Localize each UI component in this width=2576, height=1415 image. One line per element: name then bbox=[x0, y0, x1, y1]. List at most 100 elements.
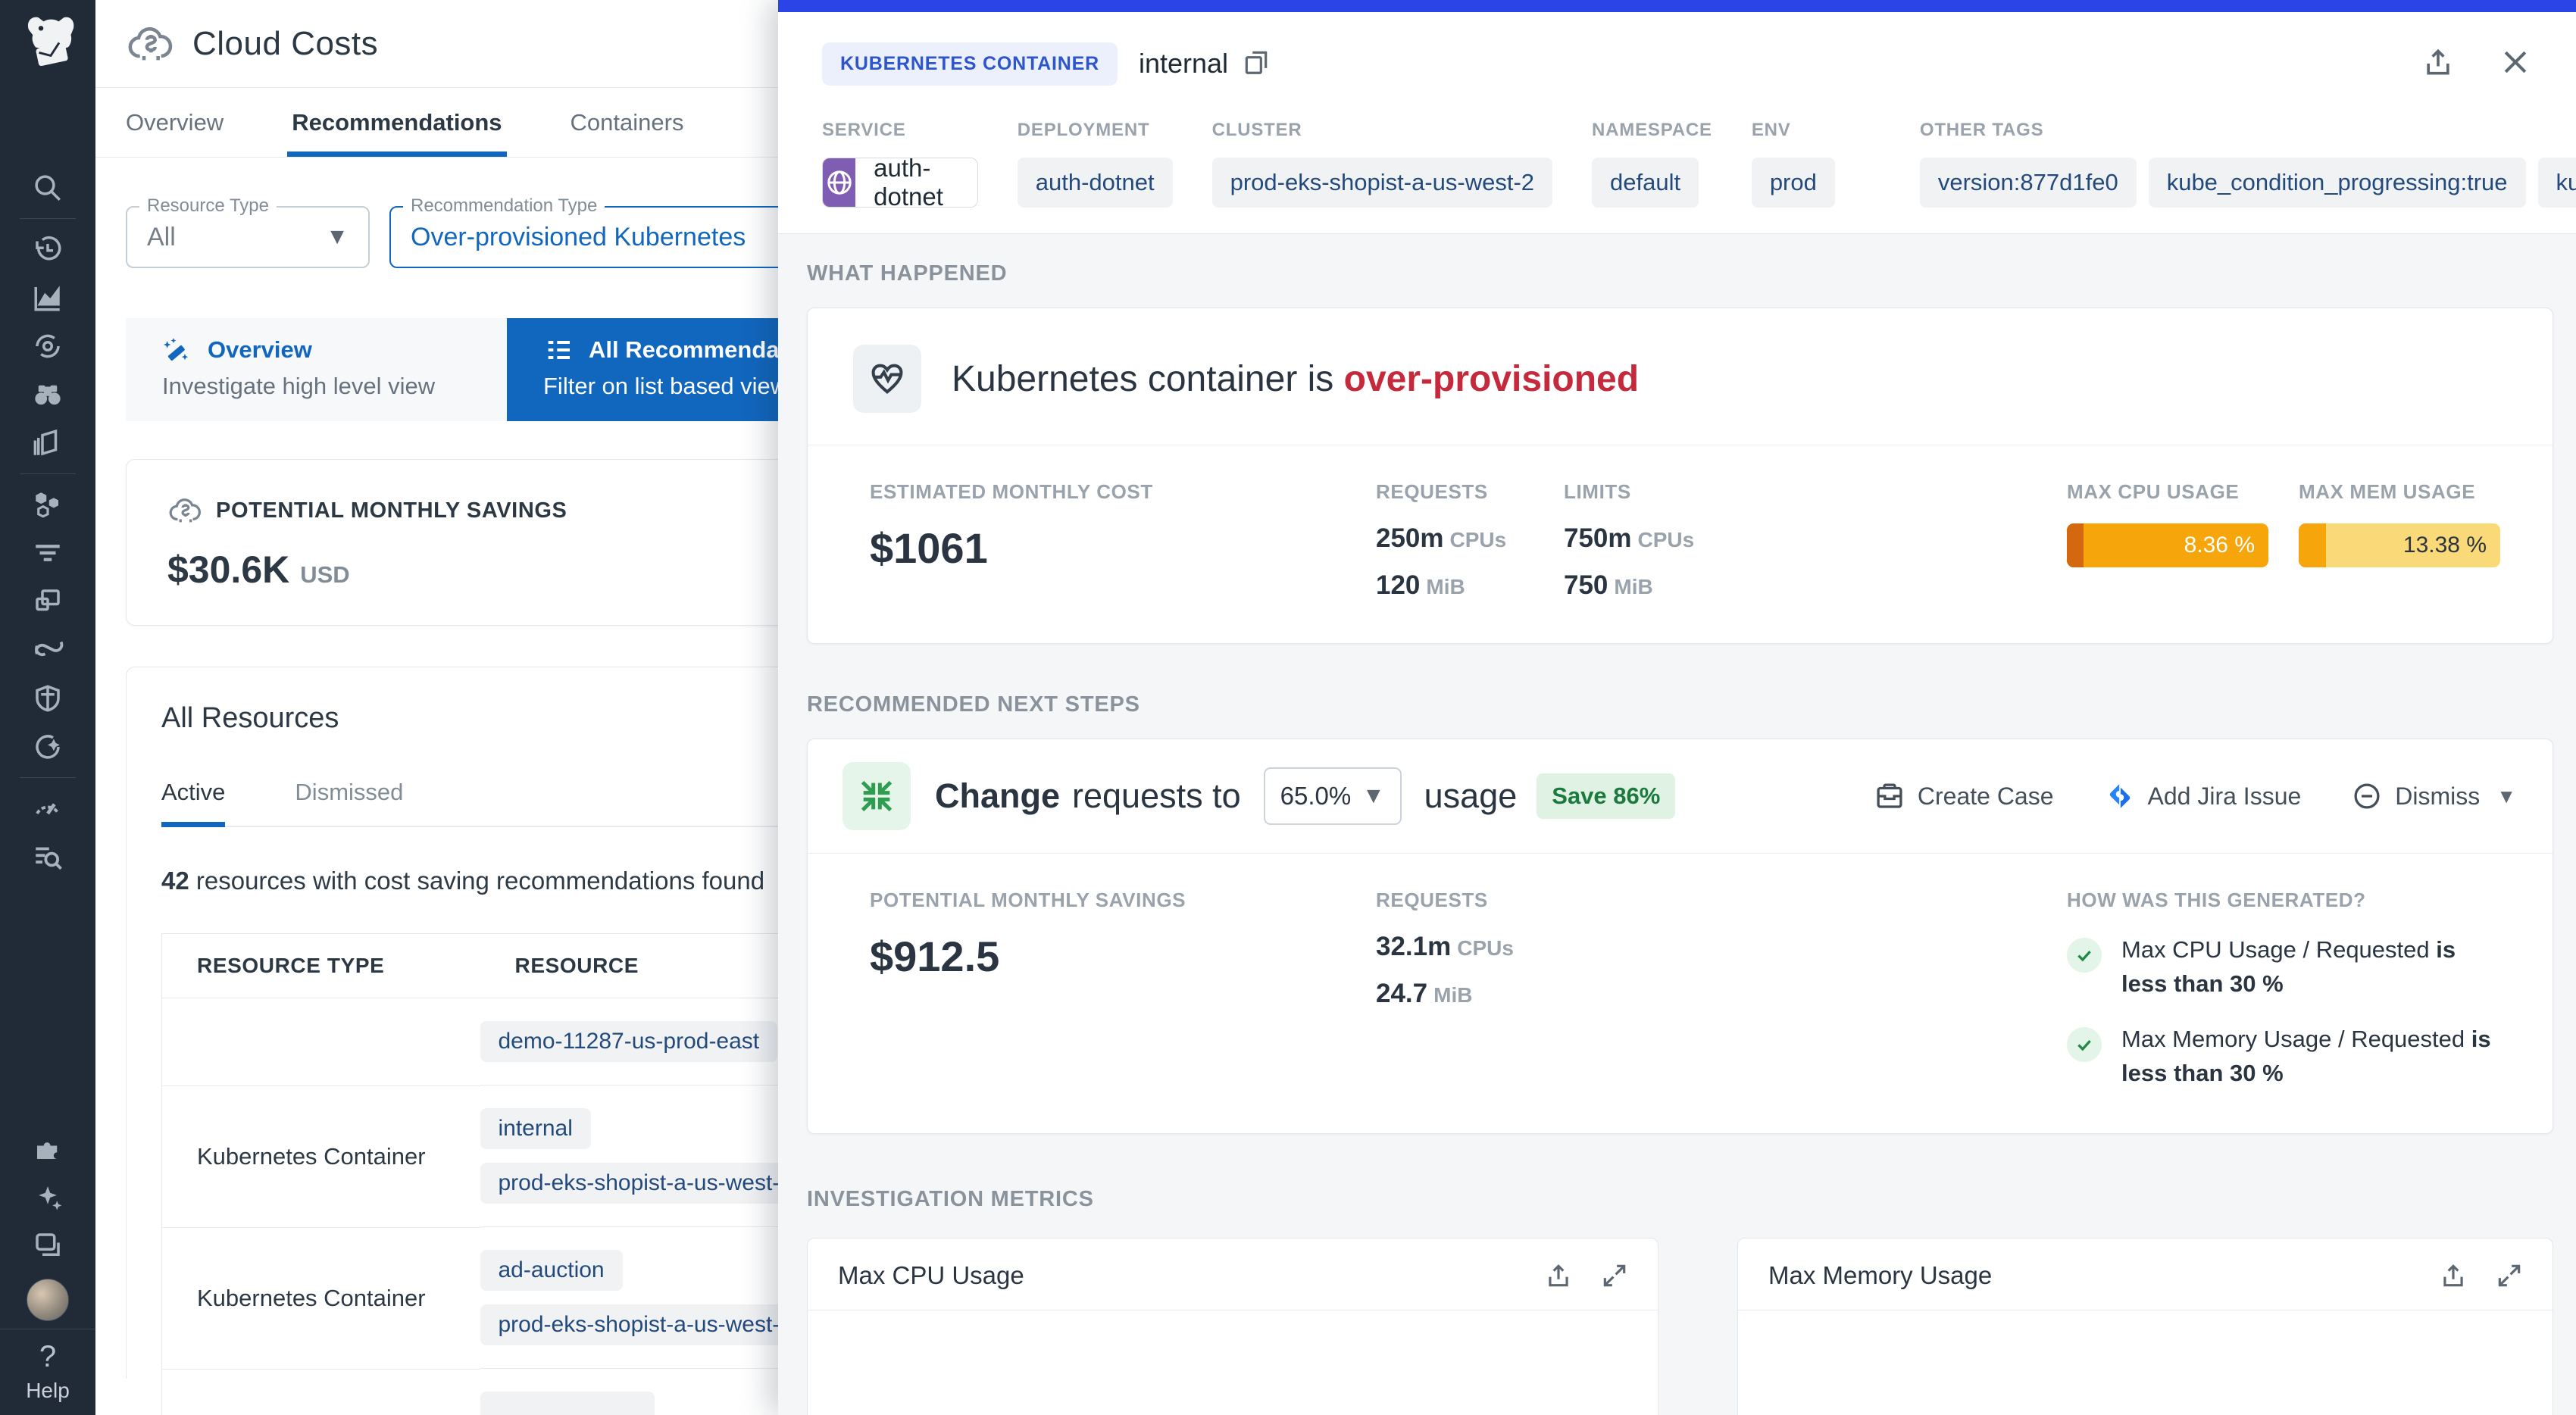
divider bbox=[20, 777, 76, 778]
panel-title: internal bbox=[1139, 48, 1228, 80]
datadog-logo-icon[interactable] bbox=[15, 11, 80, 76]
apm-link-icon[interactable] bbox=[30, 633, 65, 667]
view-toggle: Overview Investigate high level view All… bbox=[126, 318, 861, 421]
recommendation-type-select[interactable]: Recommendation Type Over-provisioned Kub… bbox=[389, 206, 814, 268]
recommendation-detail-panel: KUBERNETES CONTAINER internal SERVICE bbox=[778, 0, 2576, 1415]
tag[interactable]: kube_condition_progressing:true bbox=[2149, 158, 2526, 208]
generated-check: Max CPU Usage / Requested is less than 3… bbox=[2067, 933, 2530, 1001]
meta-service: SERVICE auth-dotnet bbox=[822, 120, 978, 208]
usage-percent-select[interactable]: 65.0% ▼ bbox=[1264, 767, 1402, 825]
cluster-value[interactable]: prod-eks-shopist-a-us-west-2 bbox=[1212, 158, 1552, 208]
export-icon[interactable] bbox=[2439, 1261, 2468, 1290]
max-cpu-chart-card: Max CPU Usage bbox=[807, 1238, 1658, 1415]
expand-icon[interactable] bbox=[1600, 1261, 1629, 1290]
cloud-costs-icon bbox=[126, 20, 174, 68]
overview-view-card[interactable]: Overview Investigate high level view bbox=[126, 318, 507, 421]
copy-icon[interactable] bbox=[1242, 48, 1271, 80]
tab-recommendations[interactable]: Recommendations bbox=[292, 88, 502, 157]
service-mgmt-icon[interactable] bbox=[30, 729, 65, 764]
env-value[interactable]: prod bbox=[1752, 158, 1835, 208]
tag[interactable]: ku... bbox=[2538, 158, 2576, 208]
cpu-unit: CPUs bbox=[1638, 528, 1695, 551]
meta-deployment: DEPLOYMENT auth-dotnet bbox=[1018, 120, 1173, 208]
chevron-down-icon: ▼ bbox=[1362, 783, 1385, 809]
export-icon[interactable] bbox=[2421, 45, 2455, 83]
resource-type-select[interactable]: Resource Type All ▼ bbox=[126, 206, 370, 268]
service-pill[interactable]: auth-dotnet bbox=[822, 158, 978, 208]
row-type bbox=[162, 1369, 480, 1415]
tab-dismissed[interactable]: Dismissed bbox=[295, 779, 403, 826]
audit-list-search-icon[interactable] bbox=[30, 839, 65, 874]
deployment-value[interactable]: auth-dotnet bbox=[1018, 158, 1173, 208]
cloud-costs-app: ? Help Cloud Costs Overview Recommendati… bbox=[0, 0, 2576, 1415]
resources-tabs: Active Dismissed bbox=[161, 779, 813, 827]
resource-tag[interactable]: demo-11287-us-prod-east bbox=[480, 1021, 778, 1062]
ai-sparkles-icon[interactable] bbox=[30, 1179, 65, 1214]
row-type: Kubernetes Container bbox=[162, 1085, 480, 1227]
create-case-button[interactable]: Create Case bbox=[1874, 780, 2054, 812]
heart-pulse-icon bbox=[853, 345, 921, 413]
how-generated-label: HOW WAS THIS GENERATED? bbox=[2067, 889, 2530, 912]
limits-cpu: 750m bbox=[1564, 523, 1632, 553]
resources-count-number: 42 bbox=[161, 867, 189, 895]
resource-tag[interactable]: internal bbox=[480, 1108, 591, 1149]
max-mem-usage-bar: 13.38 % bbox=[2299, 523, 2500, 567]
add-jira-label: Add Jira Issue bbox=[2148, 782, 2302, 811]
overview-card-title: Overview bbox=[208, 336, 312, 364]
workspaces-icon[interactable] bbox=[30, 1228, 65, 1263]
integrations-puzzle-icon[interactable] bbox=[30, 1131, 65, 1166]
resource-tag[interactable]: ad-auction bbox=[480, 1250, 623, 1291]
resource-tag[interactable] bbox=[480, 1392, 655, 1415]
check-icon bbox=[2067, 938, 2102, 973]
tab-containers[interactable]: Containers bbox=[571, 88, 684, 157]
tab-overview[interactable]: Overview bbox=[126, 88, 224, 157]
history-icon[interactable] bbox=[30, 232, 65, 267]
limits-mem: 750 bbox=[1564, 570, 1608, 600]
title-highlight: over-provisioned bbox=[1344, 359, 1639, 399]
dismiss-button[interactable]: Dismiss ▼ bbox=[2351, 780, 2516, 812]
cpu-unit: CPUs bbox=[1457, 936, 1514, 960]
case-icon bbox=[1874, 780, 1905, 812]
help-section[interactable]: ? Help bbox=[0, 1329, 95, 1415]
add-jira-button[interactable]: Add Jira Issue bbox=[2104, 780, 2302, 812]
meta-other-tags: OTHER TAGS version:877d1fe0 kube_conditi… bbox=[1920, 120, 2576, 208]
max-cpu-usage-bar: 8.36 % bbox=[2067, 523, 2268, 567]
namespace-label: NAMESPACE bbox=[1592, 120, 1712, 141]
close-icon[interactable] bbox=[2499, 45, 2532, 83]
page-title: Cloud Costs bbox=[192, 25, 378, 63]
divider bbox=[20, 218, 76, 219]
expand-icon[interactable] bbox=[2495, 1261, 2524, 1290]
service-label: SERVICE bbox=[822, 120, 978, 141]
mem-unit: MiB bbox=[1614, 575, 1652, 598]
est-cost-value: $1061 bbox=[870, 523, 1376, 573]
jira-icon bbox=[2104, 780, 2136, 812]
search-icon[interactable] bbox=[30, 170, 65, 205]
security-shield-icon[interactable] bbox=[30, 681, 65, 716]
gauge-icon[interactable] bbox=[30, 791, 65, 826]
export-icon[interactable] bbox=[1544, 1261, 1573, 1290]
monitor-radar-icon[interactable] bbox=[30, 329, 65, 364]
potential-savings-card: POTENTIAL MONTHLY SAVINGS $30.6K USD bbox=[126, 459, 838, 626]
resource-tag[interactable]: prod-eks-shopist-a-us-west-2 bbox=[480, 1304, 811, 1345]
resource-tag[interactable]: prod-eks-shopist-a-us-west-2 bbox=[480, 1163, 811, 1204]
what-happened-title: Kubernetes container is over-provisioned bbox=[952, 358, 1639, 400]
metrics-icon[interactable] bbox=[30, 280, 65, 315]
apps-windows-icon[interactable] bbox=[30, 584, 65, 619]
user-avatar[interactable] bbox=[27, 1279, 69, 1321]
namespace-value[interactable]: default bbox=[1592, 158, 1699, 208]
tab-active[interactable]: Active bbox=[161, 779, 225, 826]
shrink-arrows-icon bbox=[843, 762, 911, 830]
chevron-down-icon: ▼ bbox=[2496, 785, 2516, 808]
tag[interactable]: version:877d1fe0 bbox=[1920, 158, 2137, 208]
layers-icon[interactable] bbox=[30, 426, 65, 461]
savings-currency: USD bbox=[300, 561, 349, 589]
logs-filter-icon[interactable] bbox=[30, 536, 65, 570]
watchdog-binoculars-icon[interactable] bbox=[30, 377, 65, 412]
requests-mem: 120 bbox=[1376, 570, 1420, 600]
panel-accent-bar bbox=[778, 0, 2576, 12]
meta-env: ENV prod bbox=[1752, 120, 1835, 208]
other-tags-label: OTHER TAGS bbox=[1920, 120, 2576, 141]
all-resources-card: All Resources Active Dismissed 42 resour… bbox=[126, 667, 838, 1379]
resources-count-text: resources with cost saving recommendatio… bbox=[189, 867, 764, 895]
containers-hex-icon[interactable] bbox=[30, 487, 65, 522]
